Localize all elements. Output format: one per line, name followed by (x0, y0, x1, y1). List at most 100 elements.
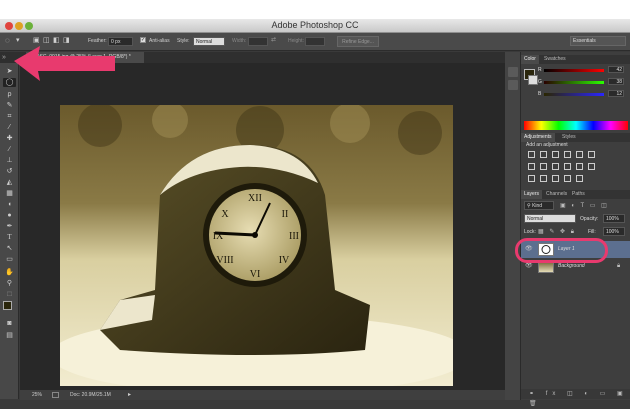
adjustment-icon[interactable] (576, 163, 583, 170)
channel-value[interactable]: 42 (608, 66, 624, 73)
antialias-checkbox[interactable]: ✓ (140, 37, 146, 43)
adjustment-icon[interactable] (564, 151, 571, 158)
blend-mode-select[interactable]: Normal (524, 214, 576, 223)
fill-input[interactable]: 100% (603, 227, 625, 236)
svg-text:II: II (282, 209, 289, 220)
workspace-select[interactable]: Essentials (570, 36, 626, 46)
opacity-label: Opacity: (580, 216, 599, 222)
svg-text:VIII: VIII (216, 255, 233, 266)
gradient-tool-icon[interactable]: ▦ (3, 189, 16, 198)
adjustment-icon[interactable] (564, 175, 571, 182)
crop-tool-icon[interactable]: ⌗ (3, 112, 16, 121)
adjustment-icon[interactable] (552, 175, 559, 182)
layer-filter-kind-label: Kind (532, 203, 543, 209)
channel-label: G (538, 79, 542, 85)
history-brush-tool-icon[interactable]: ↺ (3, 167, 16, 176)
tab-layers[interactable]: Layers (521, 190, 543, 199)
tab-color[interactable]: Color (521, 55, 539, 64)
channel-slider[interactable] (544, 81, 604, 84)
blur-tool-icon[interactable]: ◖ (3, 200, 16, 209)
adjustment-icon[interactable] (528, 163, 535, 170)
color-channel-b: B 12 (538, 90, 628, 98)
channel-slider[interactable] (544, 69, 604, 72)
pointer-arrow-annotation (14, 46, 115, 81)
adjustment-icon[interactable] (540, 151, 547, 158)
height-label: Height: (288, 38, 304, 44)
status-export-icon[interactable] (52, 392, 59, 398)
tab-styles[interactable]: Styles (559, 133, 579, 142)
adjustment-icon[interactable] (564, 163, 571, 170)
channel-slider[interactable] (544, 93, 604, 96)
clock-photo[interactable]: XII II III IV VI VIII IX X (60, 105, 453, 386)
canvas-area[interactable]: XII II III IV VI VIII IX X (20, 63, 505, 390)
color-panel-tabs: Color Swatches (521, 55, 630, 64)
refine-edge-button[interactable]: Refine Edge... (337, 36, 379, 47)
fill-label: Fill: (588, 229, 596, 235)
clone-stamp-tool-icon[interactable]: ⊥ (3, 156, 16, 165)
color-spectrum-bar[interactable] (524, 121, 628, 130)
color-channel-r: R 42 (538, 66, 628, 74)
layer-filter-icons[interactable]: ▣ ◐ T ▭ ◫ (560, 202, 609, 209)
right-panel-dock (505, 52, 630, 400)
adjustments-heading: Add an adjustment (526, 142, 568, 148)
lock-icon: 🔒︎ (617, 263, 621, 269)
channel-label: R (538, 67, 542, 73)
type-tool-icon[interactable]: T (3, 233, 16, 242)
width-input[interactable] (248, 37, 268, 46)
adjustment-icon[interactable] (540, 175, 547, 182)
channel-value[interactable]: 38 (608, 78, 624, 85)
adjustment-icon[interactable] (588, 163, 595, 170)
style-select[interactable]: Normal (193, 37, 225, 46)
adjustment-icon[interactable] (552, 163, 559, 170)
height-input[interactable] (305, 37, 325, 46)
dodge-tool-icon[interactable]: ● (3, 211, 16, 220)
photoshop-window: Adobe Photoshop CC ◌ ▾ ▣ ◫ ◧ ◨ Feather: … (0, 19, 630, 409)
layer-filter-kind-select[interactable]: ⚲ Kind (524, 201, 554, 210)
adjustment-icon[interactable] (588, 151, 595, 158)
adjustment-icon[interactable] (528, 151, 535, 158)
adjustment-icon[interactable] (576, 151, 583, 158)
svg-text:IV: IV (279, 255, 290, 266)
eraser-tool-icon[interactable]: ◭ (3, 178, 16, 187)
zoom-tool-icon[interactable]: ⚲ (3, 279, 16, 288)
layers-footer-icons[interactable]: ⚭ fx ◫ ◐ ▭ ▣ 🗑︎ (521, 389, 630, 407)
healing-brush-tool-icon[interactable]: ✚ (3, 134, 16, 143)
svg-text:III: III (289, 231, 299, 242)
tab-paths[interactable]: Paths (569, 190, 588, 199)
path-selection-tool-icon[interactable]: ↖ (3, 244, 16, 253)
eyedropper-tool-icon[interactable]: ⁄ (3, 123, 16, 132)
adjustment-icon[interactable] (576, 175, 583, 182)
svg-text:XII: XII (248, 193, 262, 204)
adjustment-icon[interactable] (552, 151, 559, 158)
lock-label: Lock: (524, 229, 536, 235)
tab-swatches[interactable]: Swatches (541, 55, 569, 64)
tab-adjustments[interactable]: Adjustments (521, 133, 555, 142)
collapsed-panel-strip (505, 52, 521, 400)
channel-value[interactable]: 12 (608, 90, 624, 97)
svg-text:X: X (221, 209, 229, 220)
pen-tool-icon[interactable]: ✒ (3, 222, 16, 231)
adjustment-icon[interactable] (540, 163, 547, 170)
properties-panel-icon[interactable] (508, 80, 518, 90)
quick-mask-icon[interactable]: ◙ (3, 319, 16, 328)
screen-mode-icon[interactable]: ▤ (3, 331, 16, 340)
adjustment-icon[interactable] (528, 175, 535, 182)
document-size: Doc: 20.9M/25.1M (70, 392, 111, 398)
zoom-level[interactable]: 25% (32, 390, 42, 400)
foreground-color-swatch[interactable] (3, 301, 12, 310)
lock-icons[interactable]: ▦ ✎ ✥ 🔒︎ (538, 228, 576, 236)
search-icon: ⚲ (527, 203, 531, 209)
default-colors-icon[interactable]: ⬚ (3, 290, 16, 299)
status-menu-arrow-icon[interactable]: ▸ (128, 390, 131, 400)
antialias-label: Anti-alias (149, 38, 170, 44)
color-panel-background-swatch[interactable] (528, 75, 538, 85)
brush-tool-icon[interactable]: ∕ (3, 145, 16, 154)
hand-tool-icon[interactable]: ✋ (3, 268, 16, 277)
opacity-input[interactable]: 100% (603, 214, 625, 223)
history-panel-icon[interactable] (508, 67, 518, 77)
swap-dimensions-icon[interactable]: ⇄ (271, 36, 276, 43)
tab-channels[interactable]: Channels (543, 190, 570, 199)
tools-panel: ➤ ◯ ρ ✎ ⌗ ⁄ ✚ ∕ ⊥ ↺ ◭ ▦ ◖ ● ✒ T ↖ ▭ ✋ ⚲ … (0, 63, 19, 399)
rectangle-tool-icon[interactable]: ▭ (3, 255, 16, 264)
svg-text:VI: VI (250, 269, 261, 280)
